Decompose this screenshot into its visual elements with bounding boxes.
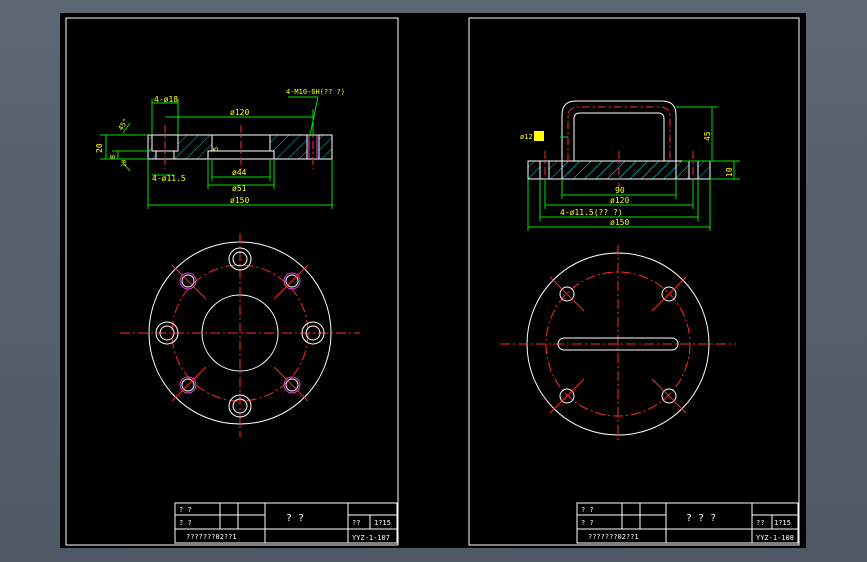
sheet-1-title-block: ? ? ? ? ? ? ?? 1?15 ???????02??1 YYZ-1-1… [174,502,398,544]
sheet-2-row1-left: ? ? [581,506,594,514]
sheet-2-border [468,17,800,546]
dim-bolt-circle: ø120 [230,108,249,117]
sheet-1-section-view: 4-ø18 4-M10-6H(?? ?) ø120 45° 20 8 10 5 … [95,88,345,209]
sheet-1-border [65,17,399,546]
sheet-2-title-block: ? ? ? ? ? ? ? ?? 1?15 ???????02??1 YYZ-1… [576,502,799,544]
sheet-1-school: ???????02??1 [186,533,237,541]
dim-holes-2: 4-ø11.5(?? ?) [560,208,623,217]
sheet-2-scale: 1?15 [774,519,791,527]
sheet-2-elevation-view: ø12 45 10 90 ø120 4-ø11.5(?? ?) ø150 [520,100,740,231]
dim-bore: ø44 [232,168,247,177]
sheet-2: ø12 45 10 90 ø120 4-ø11.5(?? ?) ø150 ? ?… [468,17,800,546]
sheet-1: 4-ø18 4-M10-6H(?? ?) ø120 45° 20 8 10 5 … [65,17,399,546]
sheet-1-material: ?? [352,519,360,527]
dim-handle-dia: ø12 [520,133,533,141]
dim-holes-top: 4-ø18 [154,95,178,104]
sheet-1-row1-left: ? ? [179,506,192,514]
sheet-2-row2-left: ? ? [581,519,594,527]
cad-drawing-canvas[interactable]: 4-ø18 4-M10-6H(?? ?) ø120 45° 20 8 10 5 … [60,13,806,548]
sheet-2-school: ???????02??1 [588,533,639,541]
dim-handle-span: 90 [615,186,625,195]
dim-outer: ø150 [230,196,249,205]
dim-handle-height: 45 [703,131,712,141]
sheet-1-plan-view [120,233,360,437]
dim-outer-2: ø150 [610,218,629,227]
dim-bolt-circle-2: ø120 [610,196,629,205]
sheet-2-material: ?? [756,519,764,527]
sheet-1-scale: 1?15 [374,519,391,527]
dim-small-holes: 4-ø11.5 [152,174,186,183]
dim-height: 20 [95,143,104,153]
dim-threads: 4-M10-6H(?? ?) [286,88,345,96]
sheet-2-part-name: ? ? ? [686,513,716,524]
dim-plate-thickness: 10 [725,167,734,177]
sheet-1-part-name: ? ? [286,513,304,524]
sheet-2-drawing-no: YYZ-1-108 [756,534,794,542]
dim-angle: 45° [117,117,130,132]
sheet-2-plan-view [500,245,736,443]
sheet-1-row2-left: ? ? [179,519,192,527]
dim-slot: 5 [212,147,220,151]
sheet-1-drawing-no: YYZ-1-107 [352,534,390,542]
dim-thickness: 8 [109,155,117,159]
drawing-svg: 4-ø18 4-M10-6H(?? ?) ø120 45° 20 8 10 5 … [65,17,800,546]
dim-step: 10 [121,159,128,167]
dim-counterbore: ø51 [232,184,247,193]
